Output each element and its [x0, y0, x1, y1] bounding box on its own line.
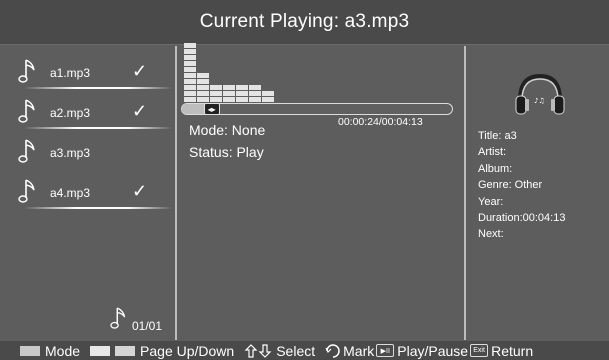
- play-pause-hint: Play/Pause: [397, 342, 469, 359]
- mark-hint: Mark: [343, 342, 375, 359]
- info-artist: Artist:: [478, 146, 507, 159]
- headphones-icon: ♪♫: [515, 73, 565, 115]
- equalizer-bar: [184, 43, 196, 102]
- enter-icon: [325, 343, 340, 358]
- playlist-item[interactable]: a1.mp3 ✓: [12, 53, 172, 93]
- mark-check: ✓: [132, 181, 148, 201]
- info-duration: Duration:00:04:13: [478, 212, 566, 225]
- return-hint: Return: [491, 342, 534, 359]
- page-hint: Page Up/Down: [140, 342, 235, 359]
- mark-check: ✓: [132, 101, 148, 121]
- control-hints-bar: Mode Page Up/Down Select Mark ▶II Play/P…: [0, 341, 609, 360]
- playlist-item-name: a2.mp3: [50, 106, 91, 120]
- equalizer-bar: [197, 73, 209, 102]
- item-divider: [24, 87, 172, 89]
- divider-left: [175, 46, 177, 340]
- info-year: Year:: [478, 195, 504, 208]
- yellow-key-icon: [115, 345, 136, 356]
- info-album: Album:: [478, 162, 513, 175]
- green-key-icon: [90, 345, 111, 356]
- mark-check: ✓: [132, 61, 148, 81]
- title-bar: Current Playing: a3.mp3: [0, 0, 609, 45]
- equalizer-bar: [249, 85, 261, 102]
- playlist-item[interactable]: a4.mp3 ✓: [12, 173, 172, 213]
- playlist: a1.mp3 ✓ a2.mp3 ✓ a3.mp3 a4.mp3 ✓: [12, 53, 172, 213]
- music-note-icon: [18, 59, 35, 83]
- equalizer-bar: [262, 91, 274, 102]
- info-title: Title: a3: [478, 130, 517, 142]
- music-note-icon: [18, 139, 35, 163]
- playlist-item-name: a1.mp3: [50, 66, 91, 80]
- exit-icon: Exit: [470, 344, 489, 357]
- info-genre: Genre: Other: [478, 179, 543, 192]
- item-divider: [24, 127, 172, 129]
- arrow-cross-icon: [244, 343, 272, 358]
- elapsed-time: 00:00:24/00:04:13: [338, 116, 423, 128]
- select-hint: Select: [276, 342, 316, 359]
- divider-right: [464, 46, 466, 340]
- playlist-item[interactable]: a3.mp3: [12, 133, 170, 173]
- info-next: Next:: [478, 228, 504, 241]
- music-note-icon: [18, 99, 35, 123]
- progress-knob-icon[interactable]: ◂▸: [203, 103, 220, 115]
- music-note-icon: [18, 179, 35, 203]
- equalizer-bar: [210, 85, 222, 102]
- playlist-item-name: a3.mp3: [50, 146, 91, 160]
- playlist-item-name: a4.mp3: [50, 186, 91, 200]
- music-note-icon: [110, 307, 126, 329]
- red-key-icon: [20, 345, 40, 356]
- play-pause-icon: ▶II: [376, 344, 395, 357]
- play-status: Status: Play: [189, 144, 264, 160]
- progress-bar[interactable]: ◂▸: [181, 103, 453, 115]
- item-divider: [24, 207, 172, 209]
- mode-hint: Mode: [45, 342, 81, 359]
- playlist-item[interactable]: a2.mp3 ✓: [12, 93, 172, 133]
- play-mode: Mode: None: [189, 122, 266, 138]
- track-info: Title: a3 Artist: Album: Genre: Other Ye…: [478, 128, 565, 243]
- now-playing-title: Current Playing: a3.mp3: [199, 11, 410, 32]
- equalizer: [184, 43, 284, 102]
- equalizer-bar: [236, 85, 248, 102]
- svg-text:♪♫: ♪♫: [534, 97, 545, 105]
- page-indicator: 01/01: [110, 305, 180, 337]
- equalizer-bar: [223, 85, 235, 102]
- page-number: 01/01: [132, 319, 163, 333]
